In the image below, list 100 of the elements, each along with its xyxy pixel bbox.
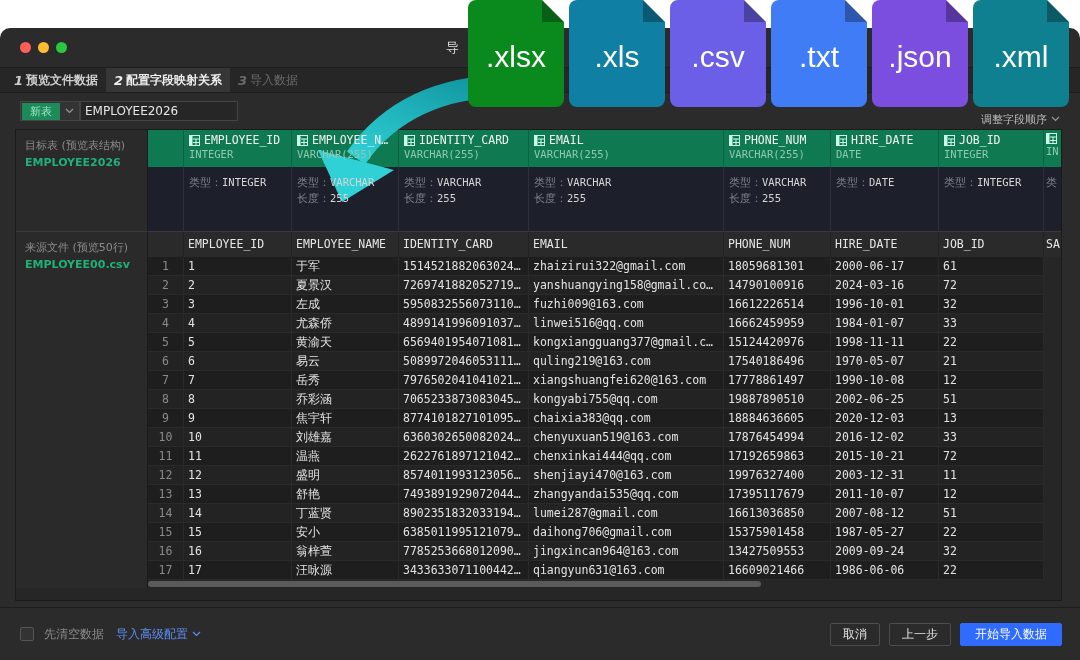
table-cell: 12 [184, 466, 292, 485]
row-number: 16 [148, 542, 184, 561]
field-label: 类型： [944, 176, 977, 188]
table-cell: 13427509553 [724, 542, 831, 561]
reorder-dropdown[interactable]: 调整字段顺序 [981, 111, 1060, 127]
zoom-button[interactable] [56, 42, 67, 53]
tab[interactable]: 2 配置字段映射关系 [106, 68, 231, 92]
table-cell: kongxiangguang377@gmail.c… [529, 333, 724, 352]
table-cell: 刘雄嘉 [292, 428, 399, 447]
field-label: 长度： [729, 192, 762, 204]
table-cell: 2020-12-03 [831, 409, 939, 428]
row-number: 5 [148, 333, 184, 352]
column-type: VARCHAR(255) [534, 148, 611, 160]
file-type-label: .json [888, 39, 952, 74]
section-label: 来源文件 (预览50行) [25, 240, 130, 255]
row-number: 1 [148, 257, 184, 276]
back-button[interactable]: 上一步 [889, 622, 951, 646]
checkbox[interactable] [20, 627, 34, 641]
field-value: VARCHAR [437, 176, 482, 188]
table-cell: jingxincan964@163.com [529, 542, 724, 561]
table-cell: 3 [184, 295, 292, 314]
tab[interactable]: 1 预览文件数据 [6, 68, 107, 92]
table-cell: 乔彩涵 [292, 390, 399, 409]
row-number: 2 [148, 276, 184, 295]
row-number: 14 [148, 504, 184, 523]
row-number: 13 [148, 485, 184, 504]
file-name: EMPLOYEE00.csv [25, 258, 131, 271]
field-label: 类型： [189, 176, 222, 188]
table-cell: yanshuangying158@gmail.co… [529, 276, 724, 295]
table-cell: 16613036850 [724, 504, 831, 523]
column-header: IDENTITY_CARD [399, 232, 529, 257]
table-cell: 1996-10-01 [831, 295, 939, 314]
table-cell: 8574011993123056… [399, 466, 529, 485]
column-name: EMPLOYEE_N… [312, 133, 389, 147]
field-label: 长度： [404, 192, 437, 204]
table-cell: 10 [184, 428, 292, 447]
table-cell: 61 [939, 257, 1044, 276]
table-cell: xiangshuangfei620@163.com [529, 371, 724, 390]
table-icon [944, 134, 955, 146]
table-cell: chaixia383@qq.com [529, 409, 724, 428]
scrollbar-thumb[interactable] [148, 581, 761, 587]
table-cell: 夏景汉 [292, 276, 399, 295]
table-cell: fuzhi009@163.com [529, 295, 724, 314]
table-cell: 丁蓝贤 [292, 504, 399, 523]
table-cell: quling219@163.com [529, 352, 724, 371]
field-label: 类型： [534, 176, 567, 188]
table-cell: 7 [184, 371, 292, 390]
table-cell: 16612226514 [724, 295, 831, 314]
table-cell: chenxinkai444@qq.com [529, 447, 724, 466]
table-cell: 72 [939, 276, 1044, 295]
table-cell: 8774101827101095… [399, 409, 529, 428]
minimize-button[interactable] [38, 42, 49, 53]
column-name: EMAIL [549, 133, 584, 147]
table-cell: 尤森侨 [292, 314, 399, 333]
table-cell: 15124420976 [724, 333, 831, 352]
table-cell: 16609021466 [724, 561, 831, 580]
file-type-label: .txt [799, 39, 839, 74]
row-number: 15 [148, 523, 184, 542]
table-cell: 5 [184, 333, 292, 352]
column-header: SA [1044, 232, 1061, 257]
table-cell: 2003-12-31 [831, 466, 939, 485]
field-label: 类型： [729, 176, 762, 188]
column-name: IDENTITY_CARD [419, 133, 509, 147]
table-icon [534, 134, 545, 146]
start-import-button[interactable]: 开始导入数据 [960, 622, 1062, 646]
row-number: 6 [148, 352, 184, 371]
table-cell: linwei516@qq.com [529, 314, 724, 333]
table-cell: 1987-05-27 [831, 523, 939, 542]
table-icon [836, 134, 847, 146]
advanced-settings-link[interactable]: 导入高级配置 [116, 625, 201, 643]
table-cell: kongyabi755@qq.com [529, 390, 724, 409]
table-cell: 19887890510 [724, 390, 831, 409]
table-cell: 岳秀 [292, 371, 399, 390]
file-type-label: .csv [691, 39, 745, 74]
table-cell: 1514521882063024… [399, 257, 529, 276]
table-cell: 3433633071100442… [399, 561, 529, 580]
table-name-field[interactable]: EMPLOYEE2026 [80, 101, 238, 121]
field-value: INTEGER [977, 176, 1022, 188]
row-number: 10 [148, 428, 184, 447]
field-label: 长度： [297, 192, 330, 204]
table-cell: 1 [184, 257, 292, 276]
table-cell: 11 [184, 447, 292, 466]
field-value: 255 [567, 192, 586, 204]
table-cell: 15375901458 [724, 523, 831, 542]
file-type-label: .xls [594, 39, 640, 74]
table-cell: 4 [184, 314, 292, 333]
table-cell: 8902351832033194… [399, 504, 529, 523]
field-value: VARCHAR [762, 176, 807, 188]
table-cell: 13 [939, 409, 1044, 428]
section-label: 目标表 (预览表结构) [25, 138, 127, 153]
table-cell: 17778861497 [724, 371, 831, 390]
cancel-button[interactable]: 取消 [830, 622, 880, 646]
table-cell: zhaizirui322@gmail.com [529, 257, 724, 276]
table-cell: 21 [939, 352, 1044, 371]
close-button[interactable] [20, 42, 31, 53]
field-value: 255 [762, 192, 781, 204]
table-cell: 33 [939, 428, 1044, 447]
table-cell: 32 [939, 295, 1044, 314]
table-cell: 18884636605 [724, 409, 831, 428]
column-name: EMPLOYEE_ID [204, 133, 281, 147]
